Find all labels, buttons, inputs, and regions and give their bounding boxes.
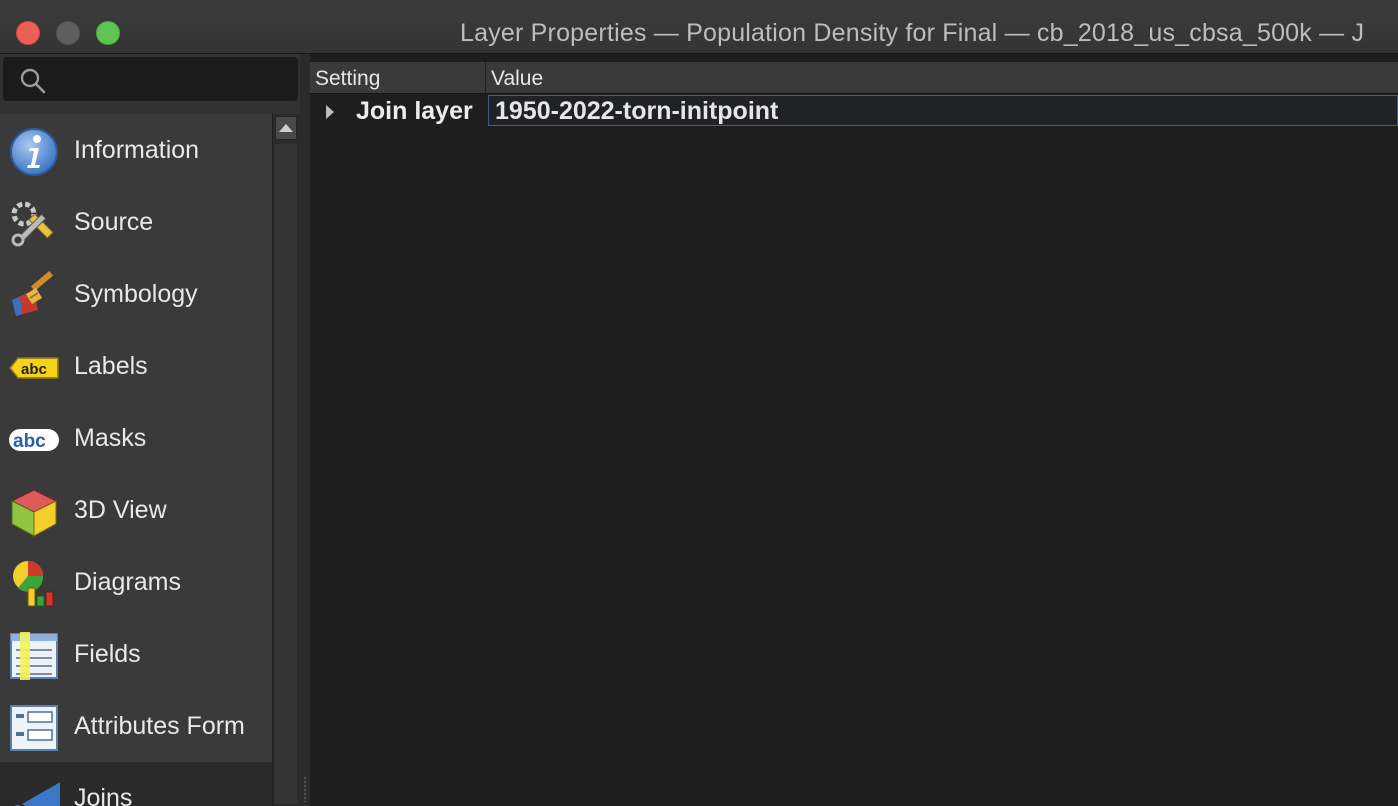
tree-header: Setting Value (310, 62, 1398, 94)
sidebar-item-label: Diagrams (74, 568, 181, 596)
masks-abc-icon: abc (9, 429, 59, 452)
symbology-brush-icon (12, 270, 54, 316)
sidebar-item-label: 3D View (74, 496, 167, 524)
sidebar-item-labels[interactable]: abc Labels (0, 330, 272, 402)
search-box[interactable] (3, 57, 298, 101)
attributes-form-icon (10, 705, 58, 751)
sidebar-item-label: Labels (74, 352, 148, 380)
sidebar-item-3d-view[interactable]: 3D View (0, 474, 272, 546)
expand-arrow-icon[interactable] (326, 105, 334, 119)
column-header-setting[interactable]: Setting (310, 62, 486, 93)
window-title: Layer Properties — Population Density fo… (460, 19, 1365, 47)
layer-properties-window: Layer Properties — Population Density fo… (0, 0, 1398, 806)
joins-panel: Setting Value Join layer 1950-2022-torn-… (310, 62, 1398, 806)
splitter-grip-icon[interactable] (303, 776, 307, 802)
sidebar-scrollbar[interactable] (272, 114, 300, 806)
sidebar-item-label: Fields (74, 640, 141, 668)
tree-row[interactable]: Join layer 1950-2022-torn-initpoint (310, 95, 1398, 127)
search-input[interactable] (57, 65, 291, 95)
zoom-window-button[interactable] (96, 21, 120, 45)
row-value-text: 1950-2022-torn-initpoint (495, 97, 779, 125)
sidebar-item-label: Symbology (74, 280, 198, 308)
joins-icon (15, 782, 60, 806)
column-header-value[interactable]: Value (486, 62, 1398, 93)
source-wrench-icon (11, 201, 54, 247)
search-icon (20, 68, 46, 94)
sidebar-nav-list: Information Source Symbology abc Labels … (0, 114, 272, 806)
3d-cube-icon (10, 489, 58, 537)
sidebar-item-masks[interactable]: abc Masks (0, 402, 272, 474)
sidebar-item-label: Joins (74, 784, 133, 806)
sidebar-item-information[interactable]: Information (0, 114, 272, 186)
sidebar-item-diagrams[interactable]: Diagrams (0, 546, 272, 618)
sidebar-item-source[interactable]: Source (0, 186, 272, 258)
sidebar-item-joins[interactable]: Joins (0, 762, 272, 806)
sidebar-item-label: Information (74, 136, 200, 164)
diagrams-icon (13, 561, 54, 607)
sidebar: Information Source Symbology abc Labels … (0, 54, 300, 806)
information-icon (10, 128, 58, 176)
title-bar[interactable]: Layer Properties — Population Density fo… (0, 0, 1398, 54)
sidebar-item-label: Attributes Form (74, 712, 245, 740)
labels-abc-tag-icon: abc (9, 357, 59, 379)
fields-icon (10, 632, 58, 680)
minimize-window-button[interactable] (56, 21, 80, 45)
sidebar-item-label: Masks (74, 424, 147, 452)
sidebar-item-attributes-form[interactable]: Attributes Form (0, 690, 272, 762)
svg-text:abc: abc (21, 361, 47, 378)
row-setting-label: Join layer (356, 97, 473, 125)
close-window-button[interactable] (16, 21, 40, 45)
row-value-cell[interactable]: 1950-2022-torn-initpoint (488, 95, 1398, 126)
sidebar-item-fields[interactable]: Fields (0, 618, 272, 690)
svg-text:abc: abc (13, 431, 46, 452)
sidebar-item-symbology[interactable]: Symbology (0, 258, 272, 330)
panel-splitter[interactable] (300, 54, 310, 806)
scroll-track[interactable] (275, 144, 297, 804)
scroll-up-button[interactable] (275, 116, 297, 140)
sidebar-item-label: Source (74, 208, 154, 236)
